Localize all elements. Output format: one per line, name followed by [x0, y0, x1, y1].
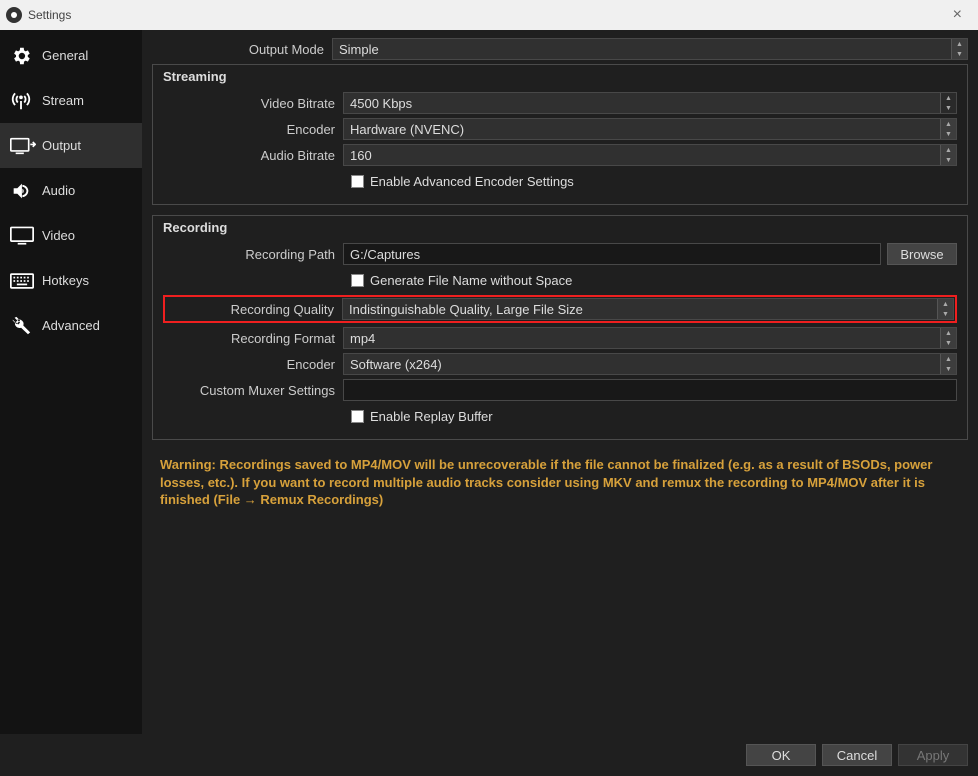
- recording-path-label: Recording Path: [163, 247, 343, 262]
- output-mode-label: Output Mode: [152, 42, 332, 57]
- sidebar-item-video[interactable]: Video: [0, 213, 142, 258]
- sidebar-item-label: General: [42, 48, 88, 63]
- recording-encoder-select[interactable]: Software (x264) ▲▼: [343, 353, 957, 375]
- advanced-encoder-label: Enable Advanced Encoder Settings: [370, 174, 574, 189]
- footer: OK Cancel Apply: [0, 734, 978, 776]
- obs-logo-icon: [6, 7, 22, 23]
- output-mode-value: Simple: [339, 42, 379, 57]
- generate-filename-checkbox[interactable]: [351, 274, 364, 287]
- video-bitrate-label: Video Bitrate: [163, 96, 343, 111]
- sidebar-item-output[interactable]: Output: [0, 123, 142, 168]
- keyboard-icon: [10, 270, 42, 292]
- audio-bitrate-label: Audio Bitrate: [163, 148, 343, 163]
- sidebar-item-label: Video: [42, 228, 75, 243]
- gear-icon: [10, 45, 42, 67]
- streaming-encoder-label: Encoder: [163, 122, 343, 137]
- sidebar-item-advanced[interactable]: Advanced: [0, 303, 142, 348]
- recording-encoder-label: Encoder: [163, 357, 343, 372]
- window-title: Settings: [28, 8, 71, 22]
- streaming-encoder-select[interactable]: Hardware (NVENC) ▲▼: [343, 118, 957, 140]
- streaming-encoder-value: Hardware (NVENC): [350, 122, 464, 137]
- recording-path-input[interactable]: G:/Captures: [343, 243, 881, 265]
- recording-format-label: Recording Format: [163, 331, 343, 346]
- replay-buffer-label: Enable Replay Buffer: [370, 409, 493, 424]
- browse-button[interactable]: Browse: [887, 243, 957, 265]
- content-area: Output Mode Simple ▲▼ Streaming Video Bi…: [142, 30, 978, 734]
- sidebar: General Stream Output Audio Video: [0, 30, 142, 734]
- output-mode-select[interactable]: Simple ▲▼: [332, 38, 968, 60]
- audio-bitrate-select[interactable]: 160 ▲▼: [343, 144, 957, 166]
- streaming-group: Streaming Video Bitrate 4500 Kbps ▲▼ Enc…: [152, 64, 968, 205]
- advanced-encoder-checkbox[interactable]: [351, 175, 364, 188]
- sidebar-item-label: Audio: [42, 183, 75, 198]
- generate-filename-label: Generate File Name without Space: [370, 273, 572, 288]
- tools-icon: [10, 315, 42, 337]
- sidebar-item-label: Hotkeys: [42, 273, 89, 288]
- video-bitrate-input[interactable]: 4500 Kbps ▲▼: [343, 92, 957, 114]
- warning-text: Warning: Recordings saved to MP4/MOV wil…: [152, 450, 968, 515]
- audio-bitrate-value: 160: [350, 148, 372, 163]
- recording-format-select[interactable]: mp4 ▲▼: [343, 327, 957, 349]
- sidebar-item-label: Advanced: [42, 318, 100, 333]
- output-icon: [10, 135, 42, 157]
- recording-quality-select[interactable]: Indistinguishable Quality, Large File Si…: [342, 298, 954, 320]
- replay-buffer-checkbox[interactable]: [351, 410, 364, 423]
- streaming-title: Streaming: [163, 69, 957, 84]
- speaker-icon: [10, 180, 42, 202]
- recording-quality-value: Indistinguishable Quality, Large File Si…: [349, 302, 583, 317]
- recording-path-value: G:/Captures: [350, 247, 420, 262]
- sidebar-item-stream[interactable]: Stream: [0, 78, 142, 123]
- monitor-icon: [10, 225, 42, 247]
- sidebar-item-audio[interactable]: Audio: [0, 168, 142, 213]
- sidebar-item-label: Stream: [42, 93, 84, 108]
- custom-muxer-input[interactable]: [343, 379, 957, 401]
- recording-group: Recording Recording Path G:/Captures Bro…: [152, 215, 968, 440]
- video-bitrate-value: 4500 Kbps: [350, 96, 412, 111]
- sidebar-item-label: Output: [42, 138, 81, 153]
- sidebar-item-general[interactable]: General: [0, 33, 142, 78]
- sidebar-item-hotkeys[interactable]: Hotkeys: [0, 258, 142, 303]
- close-button[interactable]: ×: [943, 6, 972, 24]
- titlebar: Settings ×: [0, 0, 978, 30]
- recording-quality-highlight: Recording Quality Indistinguishable Qual…: [163, 295, 957, 323]
- cancel-button[interactable]: Cancel: [822, 744, 892, 766]
- recording-quality-label: Recording Quality: [166, 302, 342, 317]
- antenna-icon: [10, 90, 42, 112]
- recording-format-value: mp4: [350, 331, 375, 346]
- apply-button[interactable]: Apply: [898, 744, 968, 766]
- recording-encoder-value: Software (x264): [350, 357, 442, 372]
- ok-button[interactable]: OK: [746, 744, 816, 766]
- custom-muxer-label: Custom Muxer Settings: [163, 383, 343, 398]
- recording-title: Recording: [163, 220, 957, 235]
